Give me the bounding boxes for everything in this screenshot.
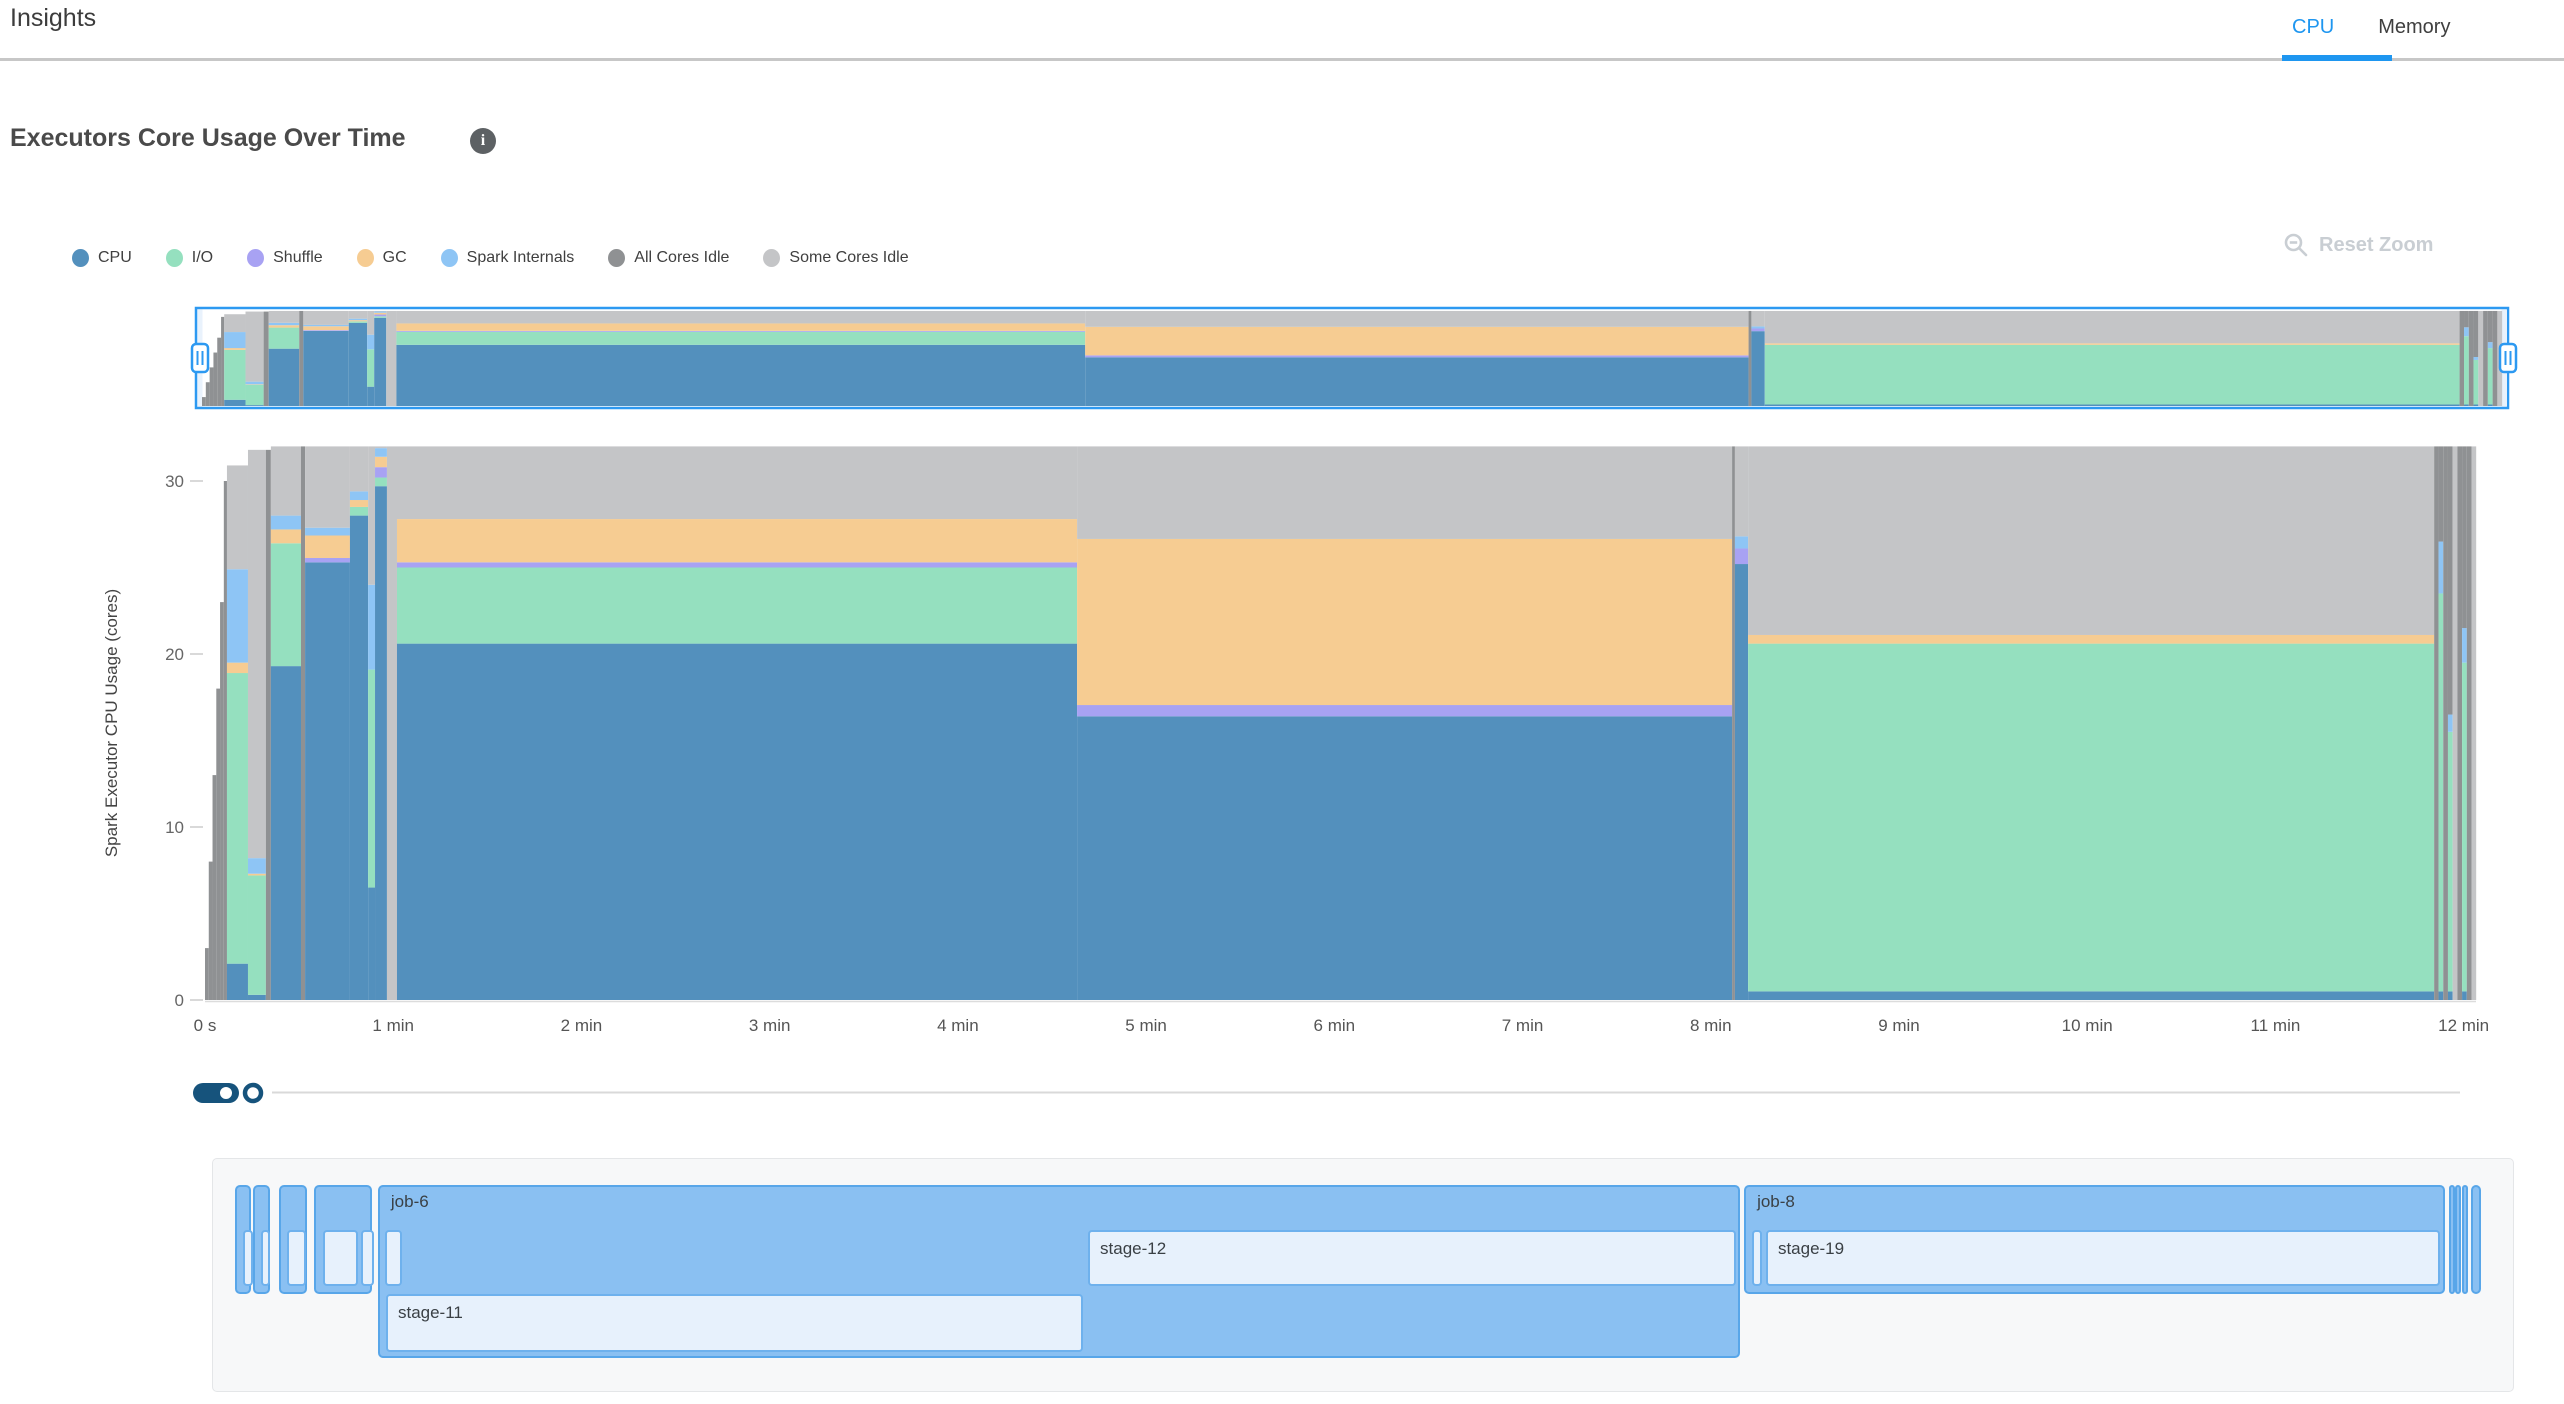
- job-label: job-6: [380, 1187, 1738, 1212]
- y-axis-title: Spark Executor CPU Usage (cores): [102, 589, 121, 857]
- x-tick-label: 12 min: [2438, 1016, 2489, 1035]
- x-tick-label: 7 min: [1502, 1016, 1544, 1035]
- x-tick-label: 8 min: [1690, 1016, 1732, 1035]
- timeline-job[interactable]: [314, 1185, 372, 1294]
- timeline-job[interactable]: [2471, 1185, 2481, 1294]
- brush-right-handle[interactable]: [2500, 344, 2516, 372]
- brush-left-handle[interactable]: [192, 344, 208, 372]
- timeline-job[interactable]: [2455, 1185, 2461, 1294]
- x-tick-label: 11 min: [2251, 1016, 2301, 1035]
- timeline-stage[interactable]: [323, 1230, 358, 1286]
- stage-label: stage-19: [1768, 1232, 2438, 1259]
- timeline-stage[interactable]: [243, 1230, 253, 1286]
- timeline-job[interactable]: [2462, 1185, 2468, 1294]
- timeline-job-job-8[interactable]: job-8 stage-19: [1744, 1185, 2445, 1294]
- toggle-radio-icon[interactable]: [245, 1085, 261, 1101]
- timeline-job[interactable]: [253, 1185, 270, 1294]
- job-stage-timeline: job-6 stage-12 stage-11 job-8 stage-19: [212, 1158, 2514, 1392]
- x-tick-label: 5 min: [1125, 1016, 1167, 1035]
- x-tick-label: 10 min: [2062, 1016, 2113, 1035]
- x-tick-label: 1 min: [372, 1016, 414, 1035]
- y-tick-label: 10: [165, 818, 184, 837]
- y-tick-label: 20: [165, 645, 184, 664]
- y-tick-label: 0: [175, 991, 184, 1010]
- y-tick-label: 30: [165, 472, 184, 491]
- main-area-chart[interactable]: [205, 446, 2476, 1000]
- y-axis: 0 10 20 30 Spark Executor CPU Usage (cores): [102, 472, 203, 1010]
- x-tick-label: 0 s: [194, 1016, 217, 1035]
- x-tick-label: 6 min: [1314, 1016, 1356, 1035]
- minimap-brush-chart[interactable]: [192, 308, 2516, 408]
- timeline-stage[interactable]: [385, 1230, 402, 1286]
- timeline-job[interactable]: [235, 1185, 251, 1294]
- timeline-job[interactable]: [2449, 1185, 2455, 1294]
- stage-label: stage-12: [1090, 1232, 1734, 1259]
- timeline-stage[interactable]: [361, 1230, 374, 1286]
- x-tick-label: 9 min: [1878, 1016, 1920, 1035]
- toggle-knob[interactable]: [219, 1086, 234, 1101]
- timeline-job[interactable]: [279, 1185, 307, 1294]
- x-tick-label: 2 min: [561, 1016, 603, 1035]
- timeline-stage-stage-12[interactable]: stage-12: [1088, 1230, 1736, 1286]
- insights-page: Insights CPUMemory Executors Core Usage …: [0, 0, 2564, 1404]
- x-tick-label: 3 min: [749, 1016, 791, 1035]
- x-tick-label: 4 min: [937, 1016, 979, 1035]
- job-label: job-8: [1746, 1187, 2443, 1212]
- timeline-job-job-6[interactable]: job-6 stage-12 stage-11: [378, 1185, 1740, 1358]
- timeline-stage[interactable]: [1752, 1230, 1762, 1286]
- timeline-toggle[interactable]: [193, 1083, 2460, 1103]
- timeline-stage[interactable]: [261, 1230, 270, 1286]
- stage-label: stage-11: [388, 1296, 1081, 1323]
- timeline-stage-stage-19[interactable]: stage-19: [1766, 1230, 2440, 1286]
- timeline-stage-stage-11[interactable]: stage-11: [386, 1294, 1083, 1352]
- x-axis: 0 s 1 min 2 min 3 min 4 min 5 min 6 min 7 min 8 …: [194, 1016, 2489, 1035]
- timeline-stage[interactable]: [287, 1230, 306, 1286]
